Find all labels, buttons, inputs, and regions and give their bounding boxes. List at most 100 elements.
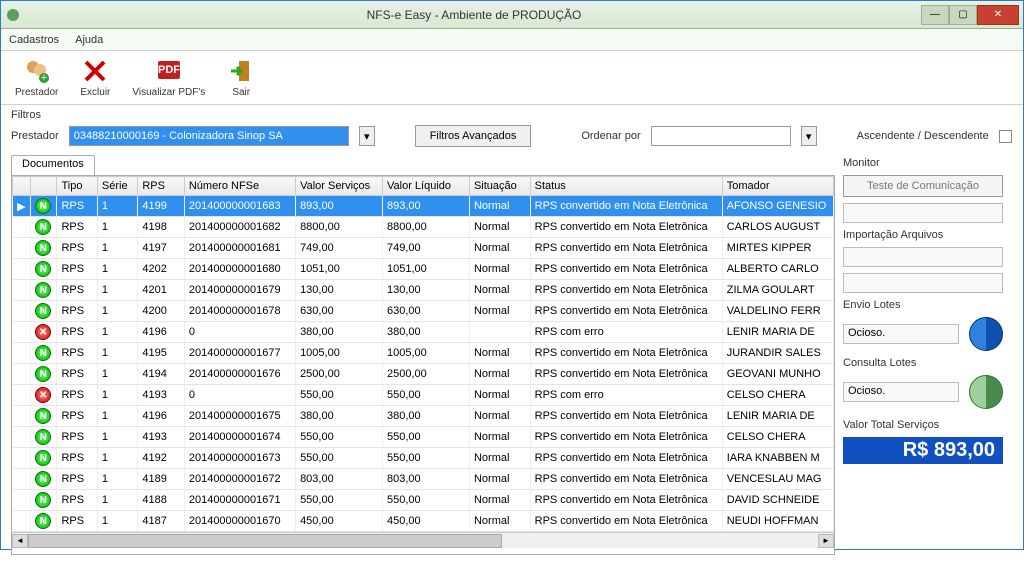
col-header[interactable]: Status: [530, 177, 722, 196]
status-ok-icon: N: [35, 345, 51, 361]
cell-tomador: NEUDI HOFFMAN: [722, 511, 833, 532]
menu-ajuda[interactable]: Ajuda: [75, 34, 103, 46]
col-header[interactable]: Tomador: [722, 177, 833, 196]
cell-rps: 4196: [138, 406, 185, 427]
table-row[interactable]: N RPS 1 4201 201400000001679 130,00 130,…: [13, 280, 834, 301]
cell-nfse: 201400000001675: [184, 406, 295, 427]
col-header[interactable]: Série: [97, 177, 137, 196]
table-row[interactable]: N RPS 1 4195 201400000001677 1005,00 100…: [13, 343, 834, 364]
table-row[interactable]: N RPS 1 4188 201400000001671 550,00 550,…: [13, 490, 834, 511]
importacao-label: Importação Arquivos: [843, 229, 1013, 241]
cell-situacao: [469, 322, 530, 343]
cell-situacao: Normal: [469, 238, 530, 259]
ordenar-combo[interactable]: [651, 126, 791, 146]
delete-x-icon: [81, 57, 109, 85]
tab-documentos[interactable]: Documentos: [11, 155, 95, 175]
cell-status: RPS convertido em Nota Eletrônica: [530, 217, 722, 238]
table-row[interactable]: N RPS 1 4187 201400000001670 450,00 450,…: [13, 511, 834, 532]
cell-serie: 1: [97, 490, 137, 511]
close-button[interactable]: ✕: [977, 5, 1019, 25]
filtros-avancados-button[interactable]: Filtros Avançados: [415, 125, 532, 147]
asc-desc-checkbox[interactable]: [999, 130, 1012, 143]
col-header[interactable]: Valor Líquido: [383, 177, 470, 196]
table-row[interactable]: N RPS 1 4189 201400000001672 803,00 803,…: [13, 469, 834, 490]
row-marker: [13, 238, 31, 259]
table-row[interactable]: N RPS 1 4193 201400000001674 550,00 550,…: [13, 427, 834, 448]
table-row[interactable]: N RPS 1 4200 201400000001678 630,00 630,…: [13, 301, 834, 322]
sair-button[interactable]: Sair: [221, 55, 261, 100]
table-row[interactable]: N RPS 1 4194 201400000001676 2500,00 250…: [13, 364, 834, 385]
cell-tomador: CELSO CHERA: [722, 427, 833, 448]
table-row[interactable]: N RPS 1 4196 201400000001675 380,00 380,…: [13, 406, 834, 427]
cell-tipo: RPS: [57, 343, 97, 364]
prestador-button[interactable]: + Prestador: [9, 55, 64, 100]
scroll-right-arrow[interactable]: ►: [818, 534, 834, 548]
cell-valor-liquido: 550,00: [383, 385, 470, 406]
cell-valor-liquido: 550,00: [383, 490, 470, 511]
cell-tomador: VENCESLAU MAG: [722, 469, 833, 490]
scroll-thumb[interactable]: [28, 534, 502, 548]
table-row[interactable]: ✕ RPS 1 4193 0 550,00 550,00 Normal RPS …: [13, 385, 834, 406]
col-header[interactable]: RPS: [138, 177, 185, 196]
col-header[interactable]: Situação: [469, 177, 530, 196]
table-row[interactable]: N RPS 1 4197 201400000001681 749,00 749,…: [13, 238, 834, 259]
scroll-track[interactable]: [28, 534, 818, 548]
cell-valor-servicos: 8800,00: [296, 217, 383, 238]
cell-situacao: Normal: [469, 448, 530, 469]
asc-desc-label: Ascendente / Descendente: [857, 130, 989, 142]
table-row[interactable]: N RPS 1 4202 201400000001680 1051,00 105…: [13, 259, 834, 280]
maximize-button[interactable]: ▢: [949, 5, 977, 25]
row-status-icon: N: [31, 511, 57, 532]
grid[interactable]: TipoSérieRPSNúmero NFSeValor ServiçosVal…: [11, 175, 835, 555]
row-marker: [13, 448, 31, 469]
visualizar-pdf-button[interactable]: PDF Visualizar PDF's: [126, 55, 211, 100]
cell-valor-liquido: 550,00: [383, 427, 470, 448]
ordenar-combo-arrow[interactable]: ▾: [801, 126, 817, 146]
horizontal-scrollbar[interactable]: ◄ ►: [12, 532, 834, 548]
cell-serie: 1: [97, 511, 137, 532]
cell-situacao: Normal: [469, 511, 530, 532]
col-header[interactable]: Valor Serviços: [296, 177, 383, 196]
col-header[interactable]: Número NFSe: [184, 177, 295, 196]
prestador-combo[interactable]: 03488210000169 - Colonizadora Sinop SA: [69, 126, 349, 146]
status-ok-icon: N: [35, 261, 51, 277]
cell-rps: 4197: [138, 238, 185, 259]
cell-valor-liquido: 380,00: [383, 322, 470, 343]
cell-serie: 1: [97, 217, 137, 238]
cell-rps: 4201: [138, 280, 185, 301]
cell-situacao: Normal: [469, 259, 530, 280]
status-ok-icon: N: [35, 450, 51, 466]
cell-rps: 4193: [138, 427, 185, 448]
minimize-button[interactable]: —: [921, 5, 949, 25]
filtros-label: Filtros: [11, 109, 1013, 121]
col-header[interactable]: [13, 177, 31, 196]
cell-tipo: RPS: [57, 364, 97, 385]
cell-nfse: 0: [184, 322, 295, 343]
menu-cadastros[interactable]: Cadastros: [9, 34, 59, 46]
cell-valor-liquido: 2500,00: [383, 364, 470, 385]
ordenar-label: Ordenar por: [581, 130, 640, 142]
cell-nfse: 201400000001681: [184, 238, 295, 259]
row-status-icon: N: [31, 427, 57, 448]
col-header[interactable]: Tipo: [57, 177, 97, 196]
cell-situacao: Normal: [469, 280, 530, 301]
scroll-left-arrow[interactable]: ◄: [12, 534, 28, 548]
table-row[interactable]: ✕ RPS 1 4196 0 380,00 380,00 RPS com err…: [13, 322, 834, 343]
cell-valor-servicos: 550,00: [296, 385, 383, 406]
cell-tipo: RPS: [57, 280, 97, 301]
status-ok-icon: N: [35, 282, 51, 298]
table-row[interactable]: N RPS 1 4198 201400000001682 8800,00 880…: [13, 217, 834, 238]
row-marker: [13, 406, 31, 427]
col-header[interactable]: [31, 177, 57, 196]
table-row[interactable]: ▶ N RPS 1 4199 201400000001683 893,00 89…: [13, 196, 834, 217]
cell-status: RPS com erro: [530, 385, 722, 406]
row-marker: [13, 385, 31, 406]
cell-tipo: RPS: [57, 301, 97, 322]
table-row[interactable]: N RPS 1 4192 201400000001673 550,00 550,…: [13, 448, 834, 469]
teste-comunicacao-button[interactable]: Teste de Comunicação: [843, 175, 1003, 197]
cell-serie: 1: [97, 343, 137, 364]
prestador-combo-arrow[interactable]: ▾: [359, 126, 375, 146]
cell-tomador: LENIR MARIA DE: [722, 322, 833, 343]
excluir-button[interactable]: Excluir: [74, 55, 116, 100]
cell-tomador: DAVID SCHNEIDE: [722, 490, 833, 511]
